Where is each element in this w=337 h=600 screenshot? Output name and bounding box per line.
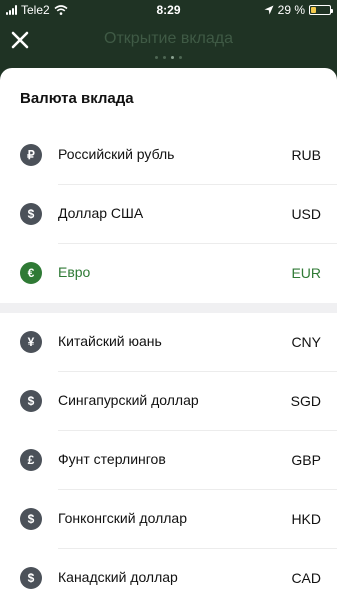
dollar-icon: $ [20,508,42,530]
status-bar: Tele2 8:29 29 % [0,0,337,20]
screen: Tele2 8:29 29 % Открытие вклада Валюта в… [0,0,337,600]
currency-name: Китайский юань [58,333,162,349]
step-dot [163,56,166,59]
page-title: Открытие вклада [104,30,233,47]
currency-code: RUB [291,147,321,163]
header: Открытие вклада [0,20,337,68]
location-arrow-icon [264,5,274,15]
currency-row-hkd[interactable]: $ Гонконгский доллар HKD [0,490,337,549]
currency-name: Сингапурский доллар [58,392,199,408]
currency-row-gbp[interactable]: £ Фунт стерлингов GBP [0,431,337,490]
currency-code: HKD [291,511,321,527]
battery-level [311,7,317,13]
dollar-icon: $ [20,203,42,225]
currency-code: EUR [291,265,321,281]
dollar-icon: $ [20,567,42,589]
currency-code: SGD [290,393,321,409]
currency-code: CAD [291,570,321,586]
pound-icon: £ [20,449,42,471]
step-dot [155,56,158,59]
euro-icon: € [20,262,42,284]
currency-code: USD [291,206,321,222]
dollar-icon: $ [20,390,42,412]
step-dot [179,56,182,59]
yuan-icon: ¥ [20,331,42,353]
sheet-title: Валюта вклада [20,90,134,107]
ruble-icon: ₽ [20,144,42,166]
group-separator [0,303,337,313]
currency-name: Гонконгский доллар [58,510,187,526]
step-indicator [0,56,337,59]
currency-name: Евро [58,264,91,280]
currency-list: ₽ Российский рубль RUB $ Доллар США USD € Евро E… [0,126,337,600]
currency-name: Доллар США [58,205,144,221]
currency-row-eur[interactable]: € Евро EUR [0,244,337,303]
currency-name: Российский рубль [58,146,175,162]
status-right: 29 % [264,3,333,17]
currency-sheet: Валюта вклада ₽ Российский рубль RUB $ Долла… [0,68,337,600]
currency-row-usd[interactable]: $ Доллар США USD [0,185,337,244]
currency-row-rub[interactable]: ₽ Российский рубль RUB [0,126,337,185]
step-dot [171,56,174,59]
currency-row-cad[interactable]: $ Канадский доллар CAD [0,549,337,600]
currency-code: CNY [291,334,321,350]
currency-row-sgd[interactable]: $ Сингапурский доллар SGD [0,372,337,431]
battery-percent: 29 % [277,3,305,17]
currency-name: Канадский доллар [58,569,178,585]
currency-row-cny[interactable]: ¥ Китайский юань CNY [0,313,337,372]
currency-code: GBP [291,452,321,468]
battery-icon [309,5,333,15]
currency-name: Фунт стерлингов [58,451,166,467]
